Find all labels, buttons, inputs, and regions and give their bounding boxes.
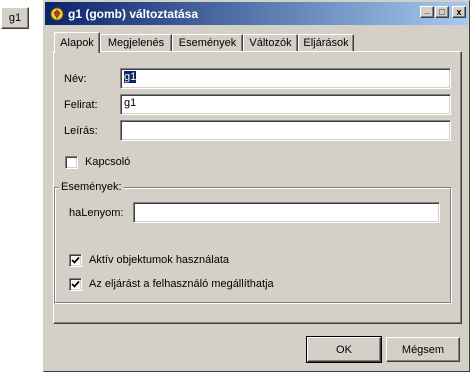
close-icon: x	[456, 6, 462, 17]
ok-button[interactable]: OK	[306, 336, 382, 363]
felirat-value: g1	[124, 97, 137, 109]
felirat-input[interactable]: g1	[120, 94, 451, 115]
ok-button-label: OK	[336, 343, 352, 356]
nev-input[interactable]: g1	[120, 68, 451, 89]
maximize-button[interactable]: □	[435, 6, 449, 18]
g1-preview-button[interactable]: g1	[1, 7, 29, 29]
megallithato-label: Az eljárást a felhasználó megállíthatja	[89, 278, 274, 290]
tab-valtozok-label: Változók	[249, 37, 292, 49]
megallithato-checkbox[interactable]	[69, 278, 82, 291]
halenyom-label: haLenyom:	[69, 207, 124, 219]
tab-megjelenes[interactable]: Megjelenés	[100, 34, 172, 51]
g1-preview-label: g1	[8, 12, 22, 24]
aktiv-objektumok-checkbox[interactable]	[69, 254, 82, 267]
nev-value: g1	[124, 71, 137, 83]
app-icon	[49, 6, 65, 22]
kapcsolo-checkbox[interactable]	[65, 156, 78, 169]
halenyom-input[interactable]	[133, 202, 440, 223]
tab-esemenyek-label: Események	[178, 37, 237, 49]
esemenyek-legend: Események:	[59, 181, 124, 193]
title-bar[interactable]: g1 (gomb) változtatása	[45, 2, 468, 25]
tab-megjelenes-label: Megjelenés	[107, 37, 165, 49]
nev-label: Név:	[64, 73, 87, 85]
tab-eljarasok-label: Eljárások	[303, 37, 349, 49]
leiras-input[interactable]	[120, 120, 451, 141]
minimize-icon: _	[424, 5, 430, 15]
esemenyek-group: Események: haLenyom: Aktív objektumok ha…	[54, 181, 451, 303]
window-title: g1 (gomb) változtatása	[68, 6, 199, 21]
checkmark-icon	[71, 280, 80, 288]
checkmark-icon	[71, 256, 80, 264]
tab-esemenyek[interactable]: Események	[172, 34, 243, 51]
tab-alapok-label: Alapok	[60, 37, 94, 49]
tab-alapok[interactable]: Alapok	[54, 32, 100, 53]
felirat-label: Felirat:	[64, 99, 98, 111]
tab-valtozok[interactable]: Változók	[243, 34, 298, 51]
cancel-button[interactable]: Mégsem	[386, 337, 460, 362]
kapcsolo-label: Kapcsoló	[85, 156, 131, 168]
minimize-button[interactable]: _	[420, 6, 434, 18]
dialog-window: g1 (gomb) változtatása _ □ x Alapok Megj…	[43, 0, 470, 372]
tab-eljarasok[interactable]: Eljárások	[298, 34, 354, 51]
maximize-icon: □	[439, 6, 445, 17]
leiras-label: Leírás:	[64, 125, 98, 137]
close-button[interactable]: x	[452, 6, 466, 18]
aktiv-objektumok-label: Aktív objektumok használata	[89, 254, 230, 266]
cancel-button-label: Mégsem	[401, 343, 445, 356]
